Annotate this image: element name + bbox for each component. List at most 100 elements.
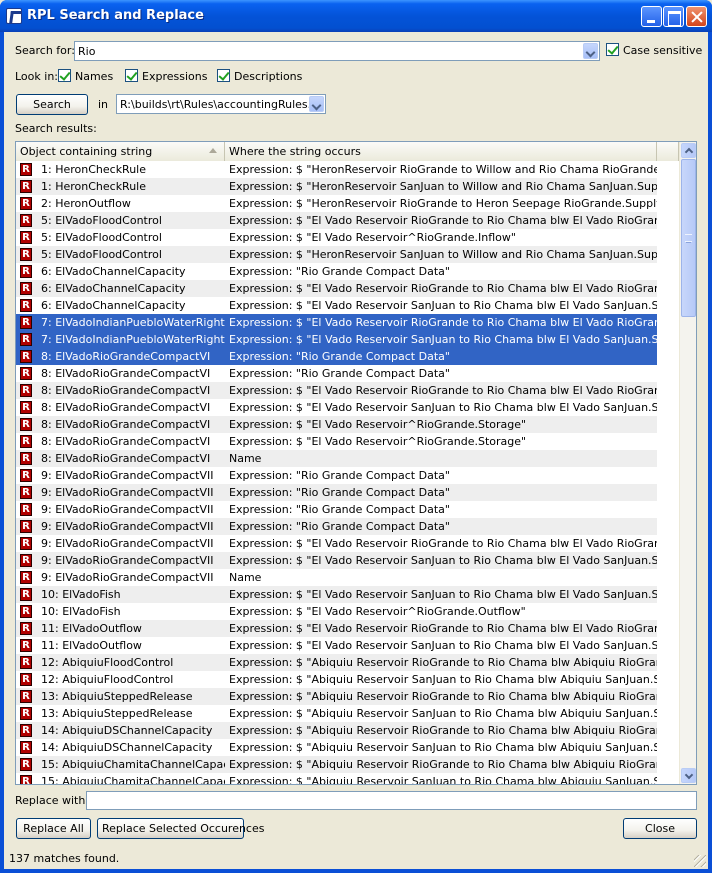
occurrence-cell[interactable]: Expression: $ "El Vado Reservoir SanJuan… [225, 399, 657, 416]
object-cell[interactable]: R 10: ElVadoFish [16, 586, 225, 603]
object-cell[interactable]: R 9: ElVadoRioGrandeCompactVII [16, 467, 225, 484]
object-cell[interactable]: R 11: ElVadoOutflow [16, 637, 225, 654]
replace-selected-button[interactable]: Replace Selected Occurences [97, 818, 264, 839]
occurrence-cell[interactable]: Expression: $ "HeronReservoir RioGrande … [225, 161, 657, 178]
object-cell[interactable]: R 12: AbiquiuFloodControl [16, 671, 225, 688]
close-window-button[interactable] [686, 6, 707, 27]
object-cell[interactable]: R 7: ElVadoIndianPuebloWaterRight [16, 331, 225, 348]
table-row[interactable]: R 11: ElVadoOutflow Expression: $ "El Vado… [16, 637, 679, 654]
occurrence-cell[interactable]: Expression: $ "Abiquiu Reservoir RioGran… [225, 688, 657, 705]
occurrence-cell[interactable]: Expression: $ "Abiquiu Reservoir RioGran… [225, 756, 657, 773]
table-row[interactable]: R 9: ElVadoRioGrandeCompactVII Expression:… [16, 467, 679, 484]
object-cell[interactable]: R 10: ElVadoFish [16, 603, 225, 620]
object-cell[interactable]: R 8: ElVadoRioGrandeCompactVI [16, 365, 225, 382]
column-header-where[interactable]: Where the string occurs [225, 142, 657, 161]
scroll-up-button[interactable] [681, 143, 696, 158]
table-row[interactable]: R 5: ElVadoFloodControl Expression: $ "El … [16, 212, 679, 229]
table-row[interactable]: R 10: ElVadoFish Expression: $ "El Vado Re… [16, 586, 679, 603]
object-cell[interactable]: R 9: ElVadoRioGrandeCompactVII [16, 569, 225, 586]
object-cell[interactable]: R 2: HeronOutflow [16, 195, 225, 212]
replace-all-button[interactable]: Replace All [16, 818, 91, 839]
occurrence-cell[interactable]: Expression: $ "El Vado Reservoir SanJuan… [225, 297, 657, 314]
occurrence-cell[interactable]: Expression: $ "El Vado Reservoir RioGran… [225, 314, 657, 331]
table-row[interactable]: R 6: ElVadoChannelCapacity Expression: $ "… [16, 297, 679, 314]
table-row[interactable]: R 1: HeronCheckRule Expression: $ "HeronRe… [16, 161, 679, 178]
table-row[interactable]: R 7: ElVadoIndianPuebloWaterRight Expressi… [16, 331, 679, 348]
table-row[interactable]: R 11: ElVadoOutflow Expression: $ "El Vado… [16, 620, 679, 637]
table-row[interactable]: R 10: ElVadoFish Expression: $ "El Vado Re… [16, 603, 679, 620]
occurrence-cell[interactable]: Expression: $ "El Vado Reservoir^RioGran… [225, 416, 657, 433]
occurrence-cell[interactable]: Expression: $ "HeronReservoir SanJuan to… [225, 178, 657, 195]
occurrence-cell[interactable]: Expression: $ "Abiquiu Reservoir SanJuan… [225, 705, 657, 722]
object-cell[interactable]: R 8: ElVadoRioGrandeCompactVI [16, 450, 225, 467]
occurrence-cell[interactable]: Expression: $ "El Vado Reservoir SanJuan… [225, 637, 657, 654]
table-row[interactable]: R 13: AbiquiuSteppedRelease Expression: $ … [16, 705, 679, 722]
object-cell[interactable]: R 8: ElVadoRioGrandeCompactVI [16, 348, 225, 365]
object-cell[interactable]: R 5: ElVadoFloodControl [16, 246, 225, 263]
occurrence-cell[interactable]: Expression: $ "El Vado Reservoir RioGran… [225, 535, 657, 552]
minimize-button[interactable] [641, 6, 662, 27]
table-row[interactable]: R 7: ElVadoIndianPuebloWaterRight Expressi… [16, 314, 679, 331]
chevron-down-icon[interactable] [583, 43, 598, 59]
table-row[interactable]: R 14: AbiquiuDSChannelCapacity Expression:… [16, 722, 679, 739]
object-cell[interactable]: R 6: ElVadoChannelCapacity [16, 280, 225, 297]
column-header-object[interactable]: Object containing string [16, 142, 225, 161]
object-cell[interactable]: R 6: ElVadoChannelCapacity [16, 263, 225, 280]
occurrence-cell[interactable]: Expression: $ "El Vado Reservoir RioGran… [225, 620, 657, 637]
occurrence-cell[interactable]: Expression: "Rio Grande Compact Data" [225, 348, 657, 365]
table-row[interactable]: R 8: ElVadoRioGrandeCompactVI Expression: … [16, 382, 679, 399]
object-cell[interactable]: R 8: ElVadoRioGrandeCompactVI [16, 416, 225, 433]
object-cell[interactable]: R 7: ElVadoIndianPuebloWaterRight [16, 314, 225, 331]
occurrence-cell[interactable]: Expression: "Rio Grande Compact Data" [225, 501, 657, 518]
occurrence-cell[interactable]: Expression: $ "Abiquiu Reservoir SanJuan… [225, 671, 657, 688]
object-cell[interactable]: R 15: AbiquiuChamitaChannelCapacity [16, 756, 225, 773]
table-row[interactable]: R 14: AbiquiuDSChannelCapacity Expression:… [16, 739, 679, 756]
table-row[interactable]: R 8: ElVadoRioGrandeCompactVI Expression: … [16, 416, 679, 433]
object-cell[interactable]: R 13: AbiquiuSteppedRelease [16, 688, 225, 705]
table-row[interactable]: R 9: ElVadoRioGrandeCompactVII Name [16, 569, 679, 586]
object-cell[interactable]: R 13: AbiquiuSteppedRelease [16, 705, 225, 722]
object-cell[interactable]: R 5: ElVadoFloodControl [16, 229, 225, 246]
table-row[interactable]: R 8: ElVadoRioGrandeCompactVI Expression: … [16, 365, 679, 382]
table-row[interactable]: R 9: ElVadoRioGrandeCompactVII Expression:… [16, 501, 679, 518]
occurrence-cell[interactable]: Expression: "Rio Grande Compact Data" [225, 467, 657, 484]
table-row[interactable]: R 9: ElVadoRioGrandeCompactVII Expression:… [16, 552, 679, 569]
occurrence-cell[interactable]: Expression: $ "Abiquiu Reservoir SanJuan… [225, 739, 657, 756]
table-row[interactable]: R 6: ElVadoChannelCapacity Expression: $ "… [16, 280, 679, 297]
table-row[interactable]: R 2: HeronOutflow Expression: $ "HeronRese… [16, 195, 679, 212]
maximize-button[interactable] [663, 6, 684, 27]
occurrence-cell[interactable]: Expression: $ "El Vado Reservoir SanJuan… [225, 552, 657, 569]
occurrence-cell[interactable]: Expression: "Rio Grande Compact Data" [225, 263, 657, 280]
occurrence-cell[interactable]: Expression: $ "Abiquiu Reservoir SanJuan… [225, 773, 657, 784]
object-cell[interactable]: R 9: ElVadoRioGrandeCompactVII [16, 501, 225, 518]
occurrence-cell[interactable]: Expression: $ "El Vado Reservoir^RioGran… [225, 433, 657, 450]
table-row[interactable]: R 8: ElVadoRioGrandeCompactVI Expression: … [16, 399, 679, 416]
close-button[interactable]: Close [623, 818, 697, 839]
object-cell[interactable]: R 5: ElVadoFloodControl [16, 212, 225, 229]
table-row[interactable]: R 8: ElVadoRioGrandeCompactVI Expression: … [16, 433, 679, 450]
table-row[interactable]: R 5: ElVadoFloodControl Expression: $ "Her… [16, 246, 679, 263]
table-row[interactable]: R 12: AbiquiuFloodControl Expression: $ "A… [16, 671, 679, 688]
table-row[interactable]: R 15: AbiquiuChamitaChannelCapacity Expres… [16, 773, 679, 784]
object-cell[interactable]: R 9: ElVadoRioGrandeCompactVII [16, 518, 225, 535]
table-row[interactable]: R 5: ElVadoFloodControl Expression: $ "El … [16, 229, 679, 246]
table-row[interactable]: R 6: ElVadoChannelCapacity Expression: "Ri… [16, 263, 679, 280]
occurrence-cell[interactable]: Expression: $ "El Vado Reservoir SanJuan… [225, 331, 657, 348]
occurrence-cell[interactable]: Name [225, 569, 657, 586]
occurrence-cell[interactable]: Expression: $ "El Vado Reservoir RioGran… [225, 382, 657, 399]
occurrence-cell[interactable]: Expression: $ "HeronReservoir RioGrande … [225, 195, 657, 212]
occurrence-cell[interactable]: Expression: "Rio Grande Compact Data" [225, 484, 657, 501]
table-row[interactable]: R 12: AbiquiuFloodControl Expression: $ "A… [16, 654, 679, 671]
scroll-thumb[interactable] [681, 159, 696, 317]
object-cell[interactable]: R 14: AbiquiuDSChannelCapacity [16, 739, 225, 756]
table-row[interactable]: R 9: ElVadoRioGrandeCompactVII Expression:… [16, 518, 679, 535]
resize-grip-icon[interactable] [694, 855, 706, 867]
occurrence-cell[interactable]: Expression: "Rio Grande Compact Data" [225, 518, 657, 535]
title-bar[interactable]: RPL Search and Replace [0, 0, 712, 32]
occurrence-cell[interactable]: Expression: "Rio Grande Compact Data" [225, 365, 657, 382]
table-row[interactable]: R 8: ElVadoRioGrandeCompactVI Expression: … [16, 348, 679, 365]
table-row[interactable]: R 9: ElVadoRioGrandeCompactVII Expression:… [16, 535, 679, 552]
object-cell[interactable]: R 14: AbiquiuDSChannelCapacity [16, 722, 225, 739]
object-cell[interactable]: R 9: ElVadoRioGrandeCompactVII [16, 535, 225, 552]
object-cell[interactable]: R 1: HeronCheckRule [16, 161, 225, 178]
